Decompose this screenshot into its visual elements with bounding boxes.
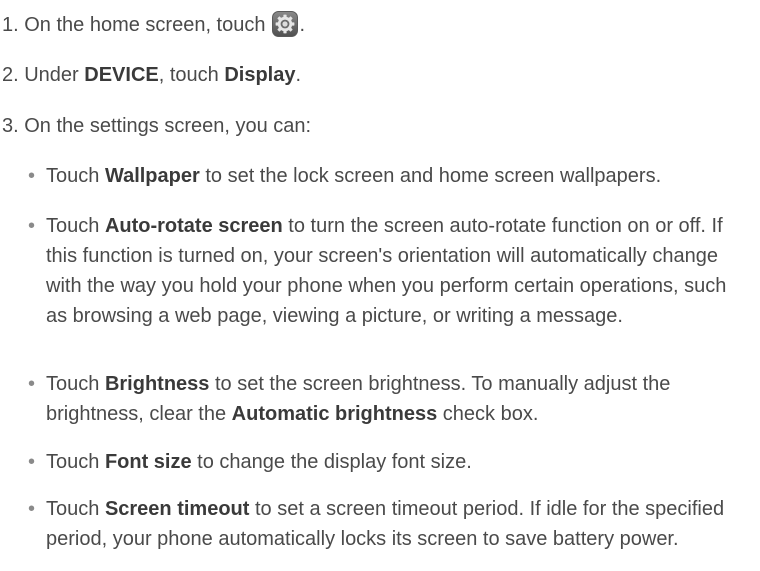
step-2-mid: , touch [158,64,225,86]
screen-timeout-term: Screen timeout [104,498,250,520]
bullet-text: Touch Auto-rotate screen to turn the scr… [28,211,753,331]
font-size-term: Font size [104,451,192,473]
step-1-end: . [299,14,306,36]
bullet-text: Touch Screen timeout to set a screen tim… [28,494,753,554]
brightness-term: Brightness [104,373,210,395]
step-2-end: . [295,64,302,86]
wallpaper-term: Wallpaper [104,165,200,187]
bullet-lead: Touch [46,165,105,187]
bullet-lead: Touch [46,498,105,520]
bullet-text: Touch Font size to change the display fo… [28,447,753,477]
bullet-rest: to change the display font size. [191,451,472,473]
bullet-glyph: • [28,215,36,237]
bullet-glyph: • [28,451,36,473]
step-3-text: 3. On the settings screen, you can: [2,115,312,137]
automatic-brightness-term: Automatic brightness [231,403,438,425]
step-1-text: 1. On the home screen, touch [2,14,266,36]
step-2: 2. Under DEVICE, touch Display. [2,60,301,90]
display-label: Display [224,64,296,86]
bullet-auto-rotate: • Touch Auto-rotate screen to turn the s… [28,211,753,331]
bullet-glyph: • [28,165,36,187]
bullet-text: Touch Brightness to set the screen brigh… [28,369,753,429]
bullet-font-size: • Touch Font size to change the display … [28,447,753,477]
step-3: 3. On the settings screen, you can: [2,111,311,141]
device-label: DEVICE [84,64,159,86]
step-2-prefix: 2. Under [2,64,85,86]
bullet-lead: Touch [46,215,105,237]
step-1: 1. On the home screen, touch . [2,10,305,40]
bullet-glyph: • [28,373,36,395]
bullet-wallpaper: • Touch Wallpaper to set the lock screen… [28,161,753,191]
bullet-text: Touch Wallpaper to set the lock screen a… [28,161,753,191]
bullet-lead: Touch [46,451,105,473]
bullet-glyph: • [28,498,36,520]
auto-rotate-term: Auto-rotate screen [104,215,283,237]
bullet-rest: to set the lock screen and home screen w… [199,165,662,187]
bullet-lead: Touch [46,373,105,395]
bullet-brightness: • Touch Brightness to set the screen bri… [28,369,753,429]
bullet-rest: check box. [437,403,539,425]
bullet-screen-timeout: • Touch Screen timeout to set a screen t… [28,494,753,554]
settings-gear-icon [271,11,298,37]
